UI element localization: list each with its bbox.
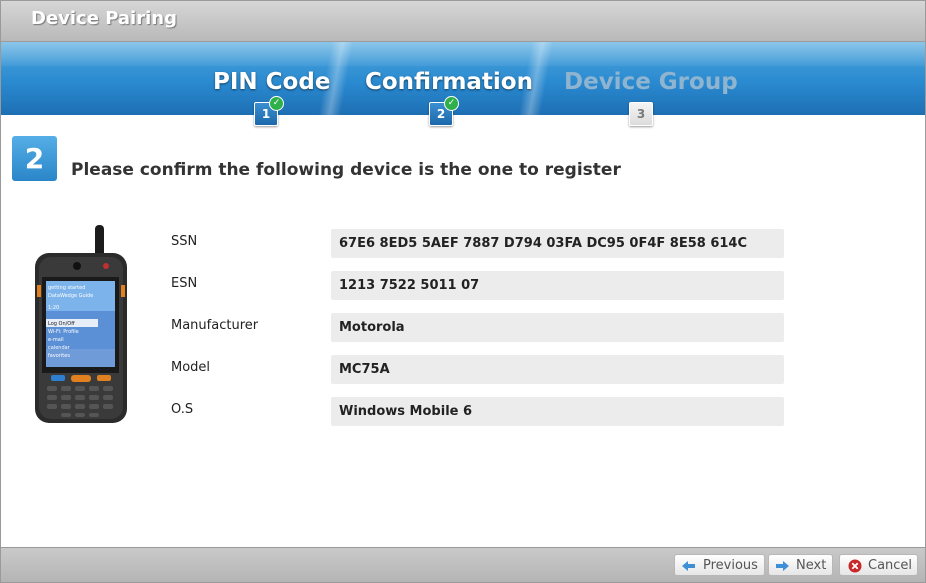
os-value: Windows Mobile 6: [331, 397, 784, 426]
esn-label: ESN: [171, 276, 198, 291]
current-step-number: 2: [12, 136, 57, 181]
device-image: getting started DataWedge Guide 1:20 Log…: [35, 225, 127, 423]
device-screen-line: getting started: [48, 285, 85, 291]
cancel-icon: [848, 559, 862, 573]
previous-button[interactable]: Previous: [674, 554, 765, 576]
manufacturer-value: Motorola: [331, 313, 784, 342]
ssn-value: 67E6 8ED5 5AEF 7887 D794 03FA DC95 0F4F …: [331, 229, 784, 258]
device-screen-line: Log On/Off: [48, 321, 75, 327]
next-button[interactable]: Next: [768, 554, 833, 576]
cancel-button-label: Cancel: [868, 558, 913, 573]
title-bar: Device Pairing: [1, 1, 925, 42]
device-pairing-window: Device Pairing PIN Code Confirmation Dev…: [0, 0, 926, 583]
check-icon: ✓: [444, 96, 459, 111]
cancel-button[interactable]: Cancel: [839, 554, 918, 576]
device-screen-line: DataWedge Guide: [48, 293, 93, 299]
step-3-badge: 3: [629, 102, 653, 126]
arrow-right-icon: [776, 561, 789, 571]
model-label: Model: [171, 360, 211, 375]
window-title: Device Pairing: [31, 8, 177, 29]
check-icon: ✓: [269, 96, 284, 111]
previous-button-label: Previous: [703, 558, 758, 573]
step-confirmation-label: Confirmation: [365, 69, 533, 95]
device-screen-line: calendar: [48, 345, 71, 351]
device-screen-line: 1:20: [48, 305, 59, 311]
step-device-group-label: Device Group: [564, 69, 738, 95]
next-button-label: Next: [796, 558, 827, 573]
model-value: MC75A: [331, 355, 784, 384]
device-screen-line: favorites: [48, 353, 70, 359]
device-screen-line: e-mail: [48, 337, 64, 343]
confirmation-prompt: Please confirm the following device is t…: [71, 160, 621, 180]
ssn-label: SSN: [171, 234, 198, 249]
wizard-steps-bar: PIN Code Confirmation Device Group: [1, 42, 925, 115]
esn-value: 1213 7522 5011 07: [331, 271, 784, 300]
step-pin-code-label: PIN Code: [213, 69, 331, 95]
device-screen-line: Wi-Fi: Profile: [48, 329, 79, 335]
arrow-left-icon: [682, 561, 695, 571]
manufacturer-label: Manufacturer: [171, 318, 259, 333]
os-label: O.S: [171, 402, 194, 417]
